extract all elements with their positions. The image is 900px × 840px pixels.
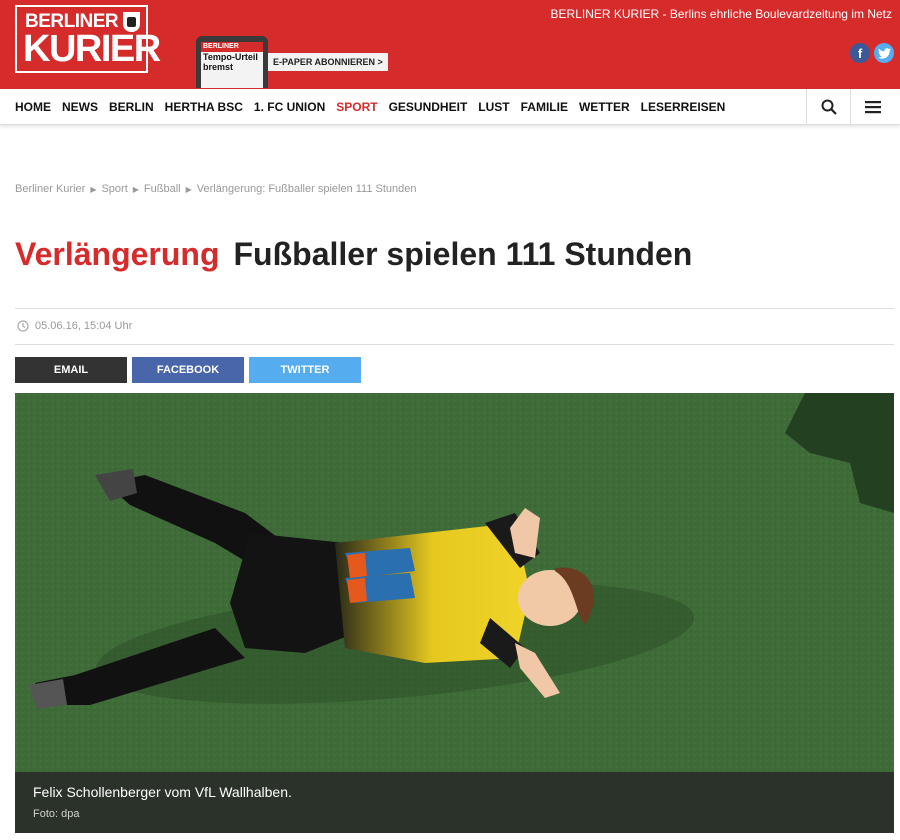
search-icon [821, 99, 837, 115]
tablet-headline-2: bremst [203, 62, 234, 72]
share-facebook-button[interactable]: FACEBOOK [132, 357, 244, 383]
logo-line-2: KURIER [23, 28, 161, 70]
article-date-text: 05.06.16, 15:04 Uhr [35, 320, 133, 332]
tablet-mast: BERLINER KURIER [201, 42, 263, 60]
nav-item-news[interactable]: NEWS [62, 100, 98, 114]
share-twitter-button[interactable]: TWITTER [249, 357, 361, 383]
breadcrumb-item[interactable]: Sport [101, 183, 127, 195]
nav-item-leserreisen[interactable]: LESERREISEN [641, 100, 726, 114]
facebook-icon[interactable]: f [850, 43, 870, 63]
social-links: f [850, 43, 894, 63]
twitter-icon[interactable] [874, 43, 894, 63]
twitter-bird-glyph [877, 47, 891, 59]
berlin-bear-icon [123, 12, 140, 32]
nav-item-1-fc-union[interactable]: 1. FC UNION [254, 100, 325, 114]
photo-football-player [15, 393, 894, 833]
tagline-brand[interactable]: BERLINER KURIER [551, 7, 660, 21]
epaper-subscribe-button[interactable]: E-PAPER ABONNIEREN > [268, 53, 388, 71]
photo-credit: Foto: dpa [33, 808, 80, 820]
nav-item-wetter[interactable]: WETTER [579, 100, 630, 114]
article-date: 05.06.16, 15:04 Uhr [17, 320, 132, 332]
breadcrumb: Berliner Kurier ▶ Sport ▶ Fußball ▶ Verlängeru… [15, 183, 417, 195]
breadcrumb-item[interactable]: Fußball [144, 183, 181, 195]
nav-item-gesundheit[interactable]: GESUNDHEIT [389, 100, 468, 114]
search-button[interactable] [806, 89, 850, 124]
menu-button[interactable] [850, 89, 894, 124]
tablet-headline-1: Tempo-Urteil [203, 52, 258, 62]
nav-item-home[interactable]: HOME [15, 100, 51, 114]
site-header: BERLINER KURIER BERLINER KURIER - Berlin… [0, 0, 900, 89]
breadcrumb-separator-icon: ▶ [132, 185, 139, 194]
caption-text: Felix Schollenberger vom VfL Wallhalben. [33, 784, 292, 800]
divider-bottom [15, 344, 894, 345]
breadcrumb-item: Verlängerung: Fußballer spielen 111 Stun… [196, 183, 417, 195]
nav-item-berlin[interactable]: BERLIN [109, 100, 154, 114]
nav-item-lust[interactable]: LUST [478, 100, 509, 114]
article-headline: Fußballer spielen 111 Stunden [233, 236, 693, 272]
tablet-screen: BERLINER KURIER Tempo-Urteil bremst [201, 42, 263, 88]
article-kicker: Verlängerung [15, 236, 220, 272]
article-photo[interactable] [15, 393, 894, 833]
epaper-tablet-image[interactable]: BERLINER KURIER Tempo-Urteil bremst [196, 36, 268, 88]
hamburger-menu-icon [864, 100, 881, 113]
article-title: Verlängerung Fußballer spielen 111 Stunde… [15, 236, 692, 273]
nav-item-sport[interactable]: SPORT [336, 100, 377, 114]
nav-list: HOME NEWS BERLIN HERTHA BSC 1. FC UNION SPORT… [0, 89, 900, 124]
site-tagline: BERLINER KURIER - Berlins ehrliche Boule… [551, 7, 892, 21]
nav-item-familie[interactable]: FAMILIE [521, 100, 568, 114]
breadcrumb-separator-icon: ▶ [185, 185, 192, 194]
nav-item-hertha-bsc[interactable]: HERTHA BSC [165, 100, 243, 114]
share-email-button[interactable]: EMAIL [15, 357, 127, 383]
photo-caption: Felix Schollenberger vom VfL Wallhalben.… [15, 772, 894, 833]
main-navigation: HOME NEWS BERLIN HERTHA BSC 1. FC UNION SPORT… [0, 89, 900, 125]
share-buttons: EMAIL FACEBOOK TWITTER [15, 357, 361, 383]
breadcrumb-separator-icon: ▶ [90, 185, 97, 194]
breadcrumb-item[interactable]: Berliner Kurier [15, 183, 85, 195]
clock-icon [17, 320, 29, 332]
site-logo[interactable]: BERLINER KURIER [15, 5, 161, 73]
divider-top [15, 308, 894, 309]
tagline-text: - Berlins ehrliche Boulevardzeitung im N… [659, 7, 892, 21]
